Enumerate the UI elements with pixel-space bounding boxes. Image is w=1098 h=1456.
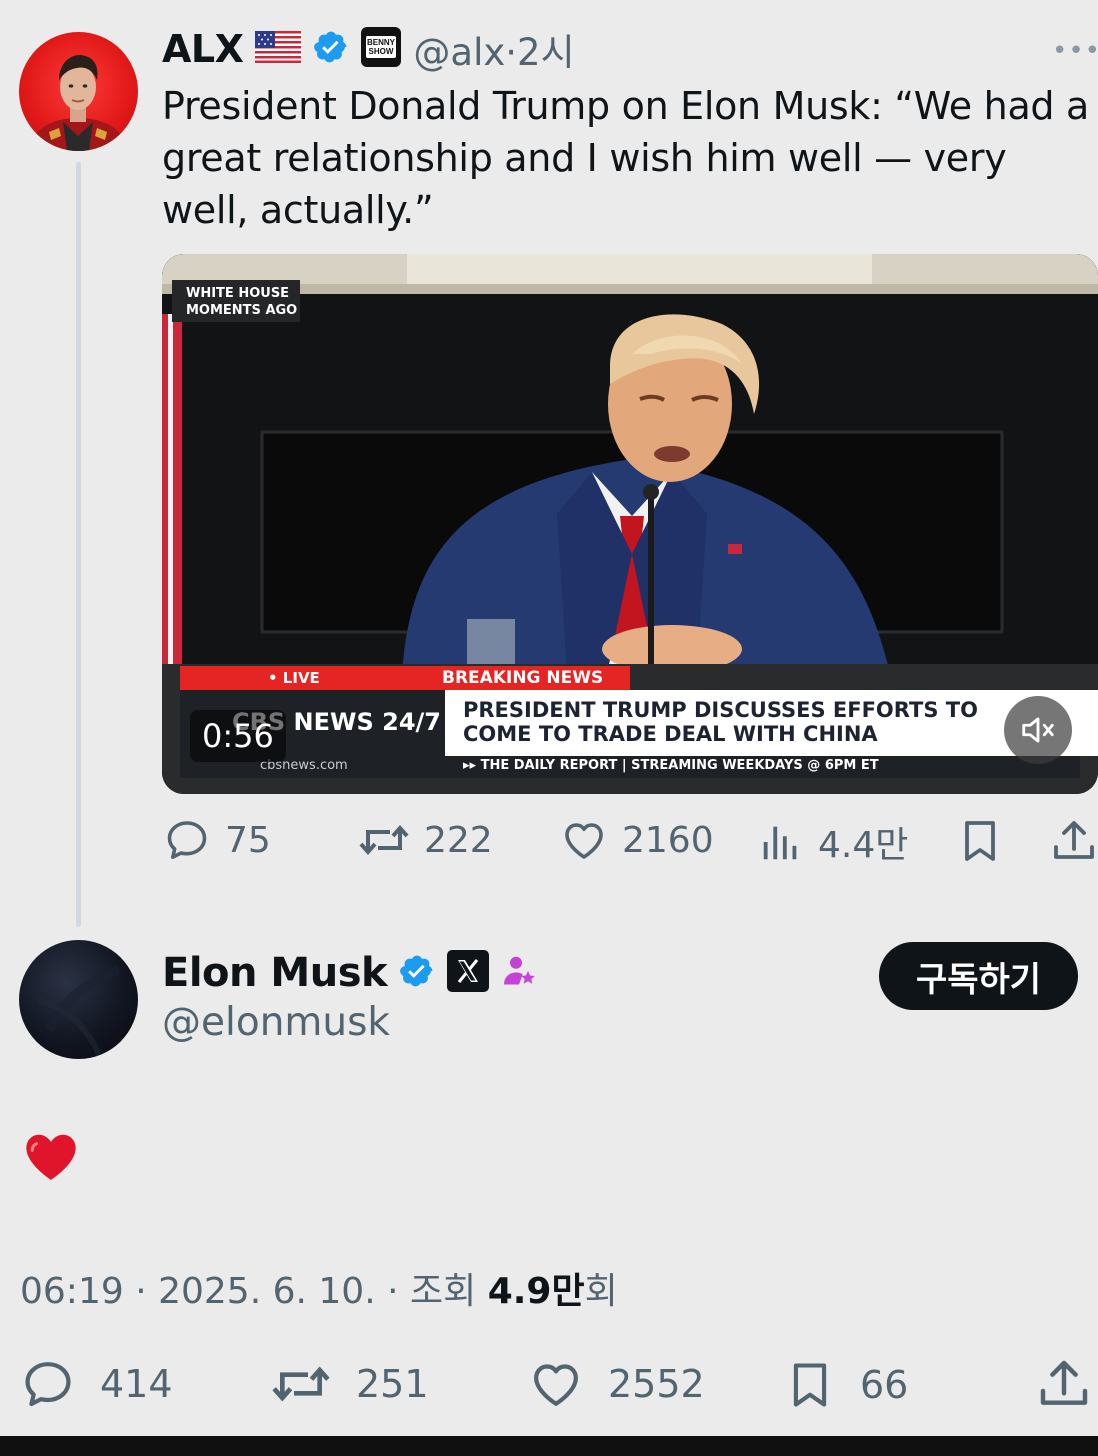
headline-line1: PRESIDENT TRUMP DISCUSSES EFFORTS TO	[463, 698, 978, 722]
share-icon	[1054, 821, 1094, 859]
quoted-views-button[interactable]: 4.4만	[758, 816, 908, 868]
tweet-date[interactable]: 2025. 6. 10.	[158, 1271, 376, 1312]
verified-badge-icon[interactable]	[399, 953, 435, 993]
reply-count: 414	[100, 1362, 173, 1406]
views-chart-icon	[763, 826, 797, 860]
more-options-icon[interactable]: •••	[1052, 36, 1098, 66]
us-flag-icon	[255, 31, 302, 67]
quoted-repost-count: 222	[424, 819, 493, 861]
news-lower-third: PRESIDENT TRUMP DISCUSSES EFFORTS TO COM…	[180, 690, 1098, 778]
quoted-tweet-header: ALX BENNY SHOW @alx·2시	[162, 26, 575, 74]
thread-connector-line	[76, 162, 81, 927]
quoted-author-name[interactable]: ALX	[162, 27, 244, 71]
quoted-like-button[interactable]: 2160	[560, 816, 714, 864]
repost-icon	[359, 824, 409, 856]
location-tag-line1: WHITE HOUSE	[186, 286, 290, 301]
heart-outline-icon	[565, 823, 603, 859]
reply-button[interactable]: 414	[20, 1356, 173, 1412]
bookmark-icon	[965, 821, 995, 861]
svg-text:BENNY: BENNY	[367, 38, 396, 47]
like-button[interactable]: 2552	[528, 1356, 705, 1412]
breaking-news-strip: • LIVE BREAKING NEWS	[180, 666, 630, 690]
live-label: • LIVE	[268, 669, 320, 687]
news-ticker: ▸▸ THE DAILY REPORT | STREAMING WEEKDAYS…	[463, 758, 879, 773]
quoted-like-count: 2160	[622, 819, 714, 861]
heart-outline-icon	[534, 1364, 578, 1406]
bottom-navigation-edge	[0, 1436, 1098, 1456]
quoted-reply-button[interactable]: 75	[163, 816, 271, 864]
muted-speaker-icon	[1022, 717, 1054, 743]
reply-icon	[167, 821, 207, 859]
creator-badge-icon[interactable]	[501, 953, 537, 993]
location-tag-line2: MOMENTS AGO	[186, 303, 298, 318]
verified-badge-icon[interactable]	[313, 29, 349, 69]
repost-icon	[272, 1366, 330, 1402]
subscribe-button[interactable]: 구독하기	[879, 942, 1078, 1010]
repost-count: 251	[356, 1362, 429, 1406]
repost-button[interactable]: 251	[270, 1356, 429, 1412]
bookmark-icon	[793, 1363, 827, 1407]
affiliate-badge-icon[interactable]: BENNY SHOW	[361, 27, 402, 71]
reply-icon	[25, 1362, 71, 1407]
tweet-time[interactable]: 06:19	[20, 1271, 124, 1312]
red-heart-emoji	[22, 1128, 80, 1186]
headline-panel: PRESIDENT TRUMP DISCUSSES EFFORTS TO COM…	[445, 690, 1098, 756]
share-button[interactable]	[1036, 1356, 1092, 1416]
x-affiliate-badge-icon[interactable]	[447, 950, 490, 996]
mute-toggle-button[interactable]	[1004, 696, 1072, 764]
like-count: 2552	[608, 1362, 705, 1406]
quoted-repost-button[interactable]: 222	[358, 816, 493, 864]
alx-avatar[interactable]	[19, 32, 138, 151]
quoted-tweet-text: President Donald Trump on Elon Musk: “We…	[162, 84, 1090, 232]
views-suffix: 회	[584, 1271, 618, 1312]
quoted-share-button[interactable]	[1050, 816, 1098, 870]
video-player[interactable]: WHITE HOUSE MOMENTS AGO • LIVE BREAKING …	[162, 254, 1098, 794]
views-prefix: 조회	[409, 1271, 477, 1312]
elon-avatar[interactable]	[19, 940, 138, 1059]
svg-text:SHOW: SHOW	[369, 47, 394, 56]
main-tweet-header: Elon Musk	[162, 950, 537, 996]
video-duration: 0:56	[190, 710, 286, 762]
main-author-handle[interactable]: @elonmusk	[162, 1000, 390, 1045]
tweet-timestamp-line: 06:19 · 2025. 6. 10. · 조회 4.9만회	[20, 1271, 618, 1312]
headline-line2: COME TO TRADE DEAL WITH CHINA	[463, 722, 878, 746]
share-icon	[1040, 1360, 1088, 1405]
breaking-news-label: BREAKING NEWS	[442, 668, 604, 688]
location-tag: WHITE HOUSE MOMENTS AGO	[172, 280, 300, 322]
quoted-bookmark-button[interactable]	[956, 816, 1004, 870]
quoted-author-handle[interactable]: @alx·2시	[413, 22, 574, 76]
bookmark-count: 66	[860, 1363, 909, 1407]
quoted-views-count: 4.4만	[818, 825, 909, 866]
bookmark-button[interactable]: 66	[784, 1356, 908, 1414]
quoted-reply-count: 75	[225, 819, 271, 861]
views-value: 4.9만	[487, 1271, 585, 1312]
main-author-name[interactable]: Elon Musk	[162, 950, 388, 996]
